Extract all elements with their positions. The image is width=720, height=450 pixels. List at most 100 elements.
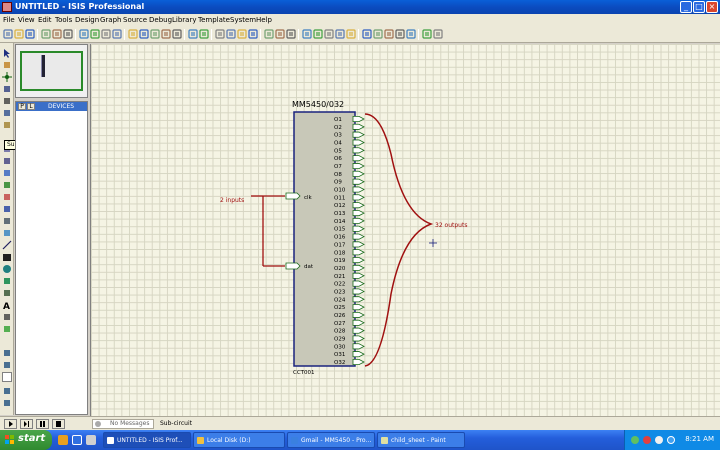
block-delete-icon[interactable] (286, 29, 296, 39)
schematic-canvas[interactable]: MM5450/032 CCT001 clk dat O1 O2 O3 O4 O5 O6 O7… (90, 44, 720, 416)
play-button[interactable] (4, 419, 17, 429)
bom-icon[interactable] (406, 29, 416, 39)
overview-window[interactable] (15, 44, 88, 98)
step-button[interactable] (20, 419, 33, 429)
pause-button[interactable] (36, 419, 49, 429)
task-gmail[interactable]: Gmail - MM5450 - Pro... (287, 432, 375, 448)
line-icon[interactable] (2, 240, 12, 250)
library-manager-button[interactable]: L (27, 103, 35, 110)
zoom-in-icon[interactable] (139, 29, 149, 39)
menu-edit[interactable]: Edit (38, 16, 52, 24)
tape-icon[interactable] (2, 180, 12, 190)
menu-source[interactable]: Source (123, 16, 147, 24)
grid-icon[interactable] (101, 29, 111, 39)
erc-icon[interactable] (422, 29, 432, 39)
block-move-icon[interactable] (264, 29, 274, 39)
menu-library[interactable]: Library (172, 16, 196, 24)
menu-system[interactable]: System (230, 16, 256, 24)
close-button[interactable]: × (706, 1, 718, 13)
menu-graph[interactable]: Graph (100, 16, 121, 24)
zoom-out-icon[interactable] (150, 29, 160, 39)
component-mode-icon[interactable] (2, 60, 12, 70)
rotate-ccw-icon[interactable] (2, 360, 12, 370)
symbol-icon[interactable] (2, 312, 12, 322)
ares-icon[interactable] (433, 29, 443, 39)
security-tray-icon[interactable] (643, 436, 651, 444)
stop-button[interactable] (52, 419, 65, 429)
wire-label-icon[interactable] (2, 84, 12, 94)
cut-icon[interactable] (215, 29, 225, 39)
arc-icon[interactable] (2, 276, 12, 286)
marker-icon[interactable] (2, 324, 12, 334)
zoom-area-icon[interactable] (172, 29, 182, 39)
import-icon[interactable] (41, 29, 51, 39)
zoom-all-icon[interactable] (161, 29, 171, 39)
current-probe-icon[interactable] (2, 216, 12, 226)
messenger-tray-icon[interactable] (667, 436, 675, 444)
start-button[interactable]: start (0, 430, 52, 450)
new-icon[interactable] (3, 29, 13, 39)
task-local-disk[interactable]: Local Disk (D:) (193, 432, 285, 448)
mirror-y-icon[interactable] (2, 398, 12, 408)
quicklaunch-folder-icon[interactable] (58, 435, 68, 445)
pick-device-icon[interactable] (302, 29, 312, 39)
open-icon[interactable] (14, 29, 24, 39)
pick-devices-button[interactable]: P (18, 103, 26, 110)
menu-view[interactable]: View (18, 16, 35, 24)
voltage-probe-icon[interactable] (2, 204, 12, 214)
virtual-instrument-icon[interactable] (2, 228, 12, 238)
menu-debug[interactable]: Debug (149, 16, 172, 24)
volume-tray-icon[interactable] (655, 436, 663, 444)
redo-icon[interactable] (199, 29, 209, 39)
menu-help[interactable]: Help (256, 16, 272, 24)
menu-tools[interactable]: Tools (55, 16, 72, 24)
pan-icon[interactable] (128, 29, 138, 39)
origin-icon[interactable] (112, 29, 122, 39)
save-icon[interactable] (25, 29, 35, 39)
isis-app-icon[interactable] (2, 2, 12, 12)
wire-autoroute-icon[interactable] (346, 29, 356, 39)
undo-icon[interactable] (188, 29, 198, 39)
paste-icon[interactable] (237, 29, 247, 39)
path-icon[interactable] (2, 288, 12, 298)
pin-icon[interactable] (2, 156, 12, 166)
text-icon[interactable]: A (2, 300, 12, 310)
task-isis[interactable]: UNTITLED - ISIS Prof... (103, 432, 191, 448)
generator-icon[interactable] (2, 192, 12, 202)
minimize-button[interactable]: _ (680, 1, 692, 13)
block-copy-icon[interactable] (248, 29, 258, 39)
make-device-icon[interactable] (313, 29, 323, 39)
property-icon[interactable] (373, 29, 383, 39)
export-icon[interactable] (52, 29, 62, 39)
bus-icon[interactable] (2, 108, 12, 118)
rotate-cw-icon[interactable] (2, 348, 12, 358)
refresh-icon[interactable] (90, 29, 100, 39)
angle-field-icon[interactable] (2, 372, 12, 382)
mirror-x-icon[interactable] (2, 386, 12, 396)
netlist-icon[interactable] (395, 29, 405, 39)
subcircuit-block[interactable]: MM5450/032 CCT001 clk dat O1 O2 O3 O4O5 O6 O7… (285, 100, 365, 376)
menu-template[interactable]: Template (198, 16, 230, 24)
subcircuit-mode-icon[interactable] (2, 120, 12, 130)
menu-file[interactable]: File (3, 16, 15, 24)
device-selector[interactable]: P L DEVICES (15, 101, 88, 415)
selection-mode-icon[interactable] (2, 48, 12, 58)
print-icon[interactable] (63, 29, 73, 39)
menu-design[interactable]: Design (75, 16, 99, 24)
box-icon[interactable] (2, 252, 12, 262)
text-script-icon[interactable] (2, 96, 12, 106)
quicklaunch-desktop-icon[interactable] (86, 435, 96, 445)
decompose-icon[interactable] (335, 29, 345, 39)
quicklaunch-browser-icon[interactable] (72, 435, 82, 445)
junction-icon[interactable] (2, 72, 12, 82)
circle-icon[interactable] (2, 264, 12, 274)
packaging-icon[interactable] (324, 29, 334, 39)
sheet-icon[interactable] (384, 29, 394, 39)
maximize-button[interactable]: □ (693, 1, 705, 13)
area-icon[interactable] (79, 29, 89, 39)
search-icon[interactable] (362, 29, 372, 39)
task-paint[interactable]: child_sheet - Paint (377, 432, 465, 448)
network-tray-icon[interactable] (631, 436, 639, 444)
block-rotate-icon[interactable] (275, 29, 285, 39)
graph-icon[interactable] (2, 168, 12, 178)
